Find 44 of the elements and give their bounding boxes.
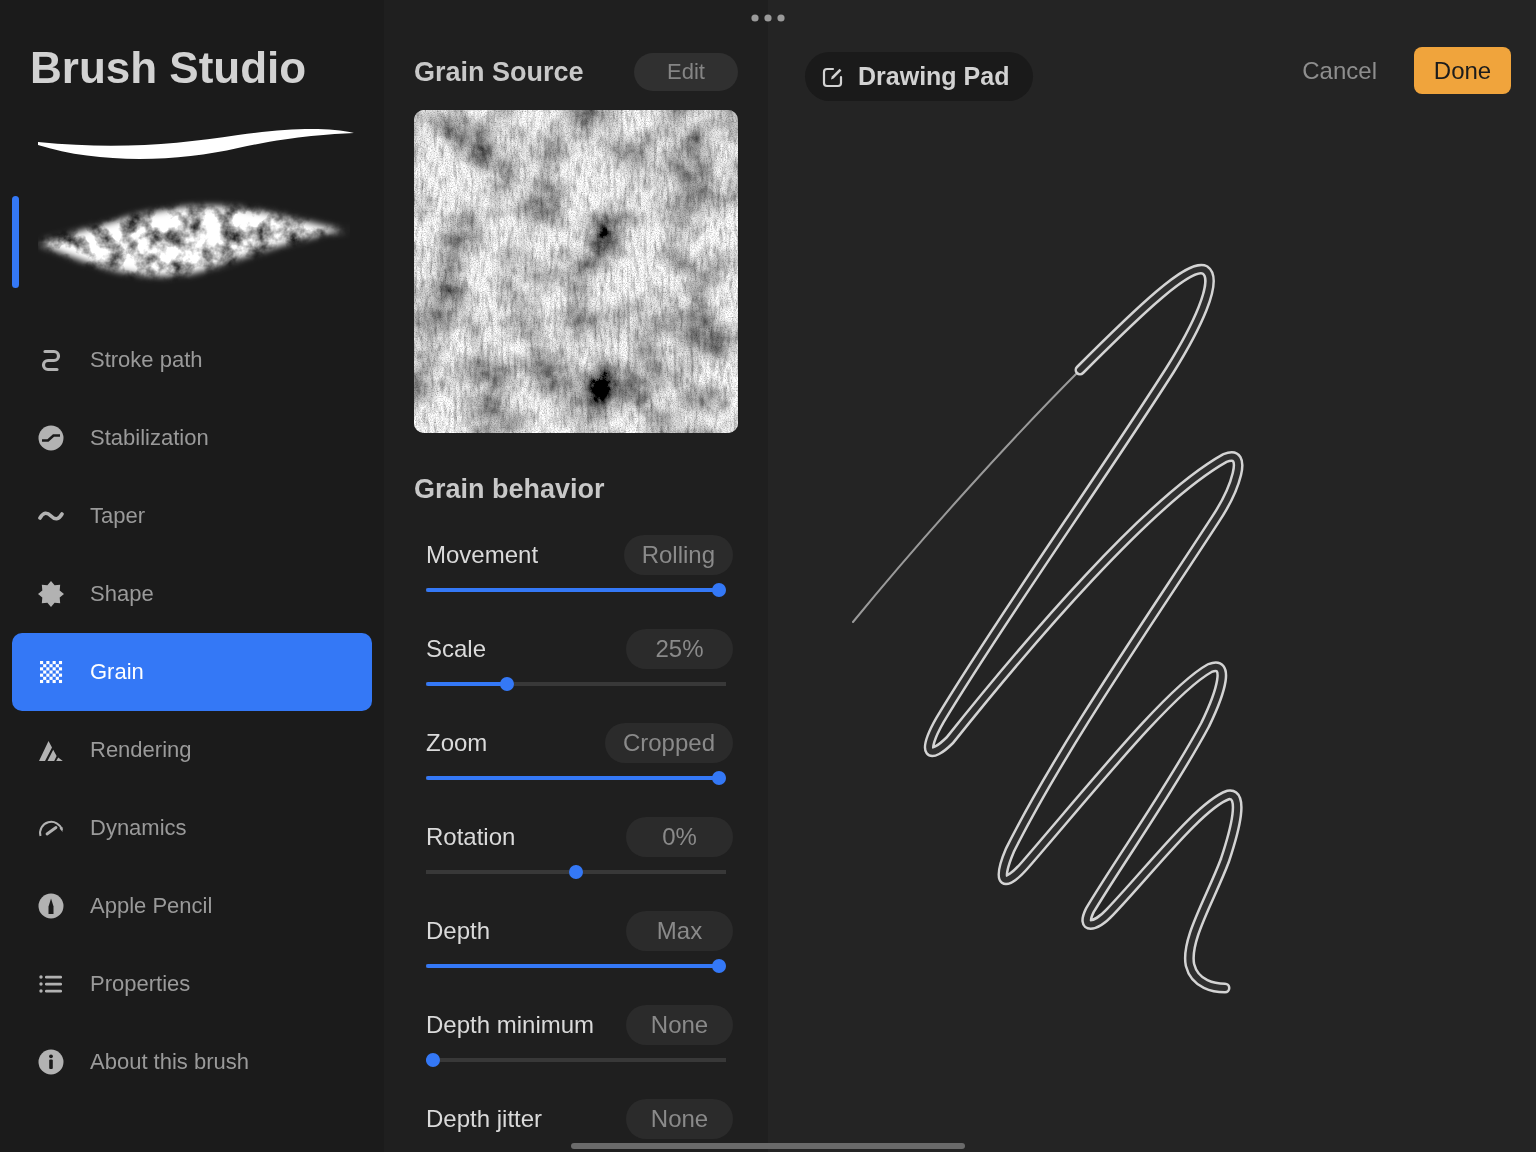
value-button[interactable]: Rolling — [623, 535, 733, 575]
cancel-button[interactable]: Cancel — [1302, 47, 1377, 94]
edit-button[interactable]: Edit — [634, 53, 738, 91]
value-button[interactable]: Max — [626, 911, 733, 951]
value-button[interactable]: Cropped — [604, 723, 733, 763]
edit-icon — [822, 65, 844, 88]
setting-label: Movement — [426, 541, 539, 569]
slider-thumb[interactable] — [712, 583, 726, 597]
checkerboard-icon — [38, 659, 64, 685]
value-button[interactable]: 25% — [626, 629, 733, 669]
setting-label: Rotation — [426, 823, 516, 851]
value-button[interactable]: None — [626, 1005, 733, 1045]
setting-label: Depth jitter — [426, 1105, 543, 1133]
info-icon — [38, 1049, 64, 1075]
sidebar-item[interactable]: Apple Pencil — [12, 867, 372, 945]
slider-thumb[interactable] — [712, 771, 726, 785]
sidebar-item[interactable]: Stabilization — [12, 399, 372, 477]
star-badge-icon — [38, 581, 64, 607]
setting-label: Zoom — [426, 729, 488, 757]
done-button[interactable]: Done — [1414, 47, 1511, 94]
slider-thumb[interactable] — [569, 865, 583, 879]
sidebar-item[interactable]: Properties — [12, 945, 372, 1023]
sidebar-item[interactable]: Rendering — [12, 711, 372, 789]
app-title: Brush Studio — [30, 42, 307, 94]
sidebar-item[interactable]: Taper — [12, 477, 372, 555]
setting-label: Depth — [426, 917, 491, 945]
value-button[interactable]: None — [626, 1099, 733, 1139]
sidebar-item[interactable]: About this brush — [12, 1023, 372, 1101]
slider-thumb[interactable] — [712, 959, 726, 973]
stabilization-icon — [38, 425, 64, 451]
setting-label: Scale — [426, 635, 487, 663]
sidebar-item[interactable]: Grain — [12, 633, 372, 711]
slider-thumb[interactable] — [500, 677, 515, 691]
drawing-pad-button[interactable]: Drawing Pad — [805, 52, 1034, 101]
section-heading: Grain behavior — [414, 473, 605, 505]
slider-thumb[interactable] — [426, 1053, 440, 1067]
sidebar-item[interactable]: Dynamics — [12, 789, 372, 867]
setting-label: Depth minimum — [426, 1011, 595, 1039]
three-dots-icon[interactable] — [750, 13, 786, 23]
section-heading: Grain Source — [414, 56, 584, 88]
sidebar-item[interactable]: Shape — [12, 555, 372, 633]
pencil-tip-icon — [38, 893, 64, 919]
sidebar-item[interactable]: Stroke path — [12, 321, 372, 399]
value-button[interactable]: 0% — [626, 817, 733, 857]
